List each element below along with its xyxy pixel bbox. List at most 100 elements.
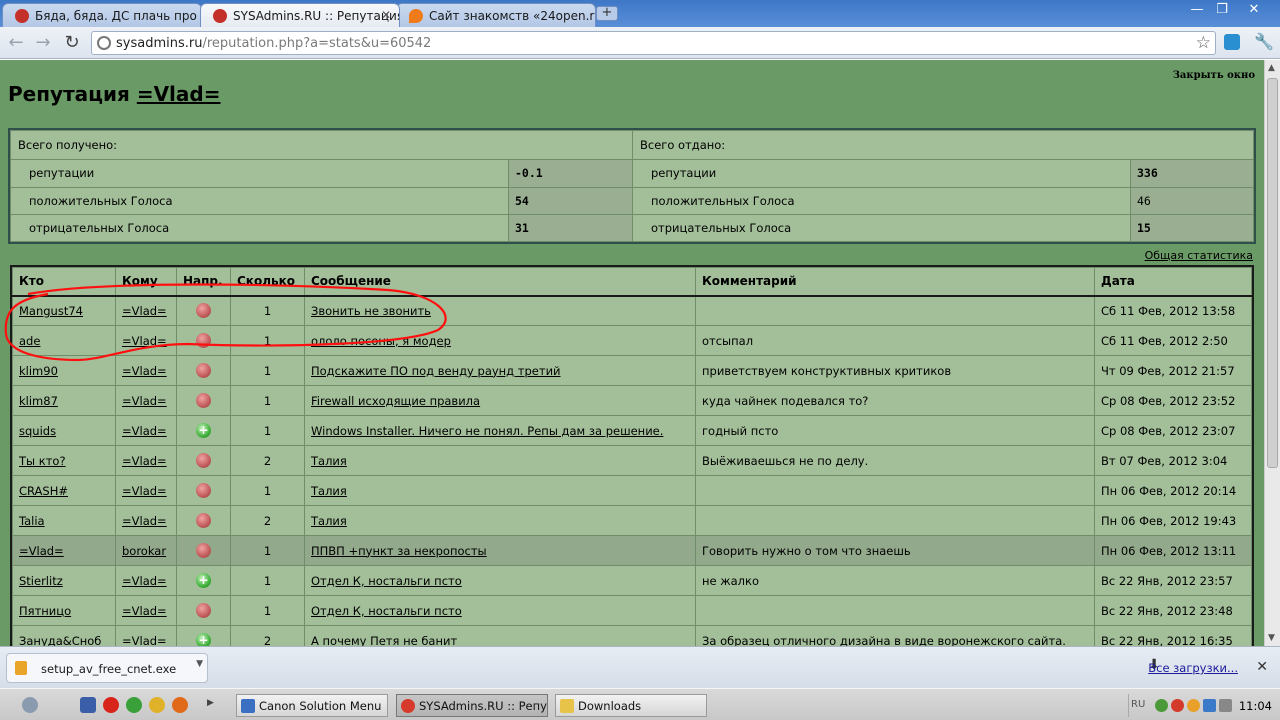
general-stats-link[interactable]: Общая статистика <box>1145 249 1253 262</box>
back-icon[interactable]: ← <box>5 32 27 54</box>
cell-message-link[interactable]: ППВП +пункт за некропосты <box>311 544 487 558</box>
firefox-icon[interactable] <box>172 697 188 713</box>
close-download-bar-icon[interactable]: ✕ <box>1256 659 1268 675</box>
cell-date: Чт 09 Фев, 2012 21:57 <box>1094 355 1252 386</box>
cell-who-link[interactable]: klim90 <box>19 364 58 378</box>
maximize-button[interactable]: ❐ <box>1211 2 1233 18</box>
cell-message-link[interactable]: Windows Installer. Ничего не понял. Репы… <box>311 424 663 438</box>
cell-message-link[interactable]: Талия <box>311 484 347 498</box>
cell-to-link[interactable]: =Vlad= <box>122 604 167 618</box>
chevron-down-icon[interactable]: ▼ <box>196 659 203 669</box>
chrome-icon[interactable] <box>149 697 165 713</box>
cell-message-link[interactable]: Подскажите ПО под венду раунд третий <box>311 364 561 378</box>
language-indicator[interactable]: RU <box>1131 699 1145 710</box>
app-icon[interactable] <box>126 697 142 713</box>
taskbar-button-chrome[interactable]: SYSAdmins.RU :: Репу... <box>396 694 548 717</box>
tray-icon[interactable] <box>1187 699 1200 712</box>
address-bar[interactable]: sysadmins.ru/reputation.php?a=stats&u=60… <box>91 31 1216 55</box>
rep-label: репутации <box>632 159 1131 188</box>
url-text[interactable]: sysadmins.ru/reputation.php?a=stats&u=60… <box>116 36 431 51</box>
cell-who-link[interactable]: =Vlad= <box>19 544 64 558</box>
cell-message-link[interactable]: Талия <box>311 514 347 528</box>
cell-to-link[interactable]: =Vlad= <box>122 424 167 438</box>
tray-icon[interactable] <box>1171 699 1184 712</box>
tab-close-icon[interactable]: ✕ <box>381 8 391 22</box>
cell-to: =Vlad= <box>115 295 177 326</box>
cell-date: Вс 22 Янв, 2012 23:48 <box>1094 595 1252 626</box>
cell-message-link[interactable]: Талия <box>311 454 347 468</box>
cell-message: Отдел К, ностальги псто <box>304 595 696 626</box>
col-date: Дата <box>1094 267 1252 297</box>
download-item[interactable]: setup_av_free_cnet.exe ▼ <box>6 653 208 683</box>
cell-who-link[interactable]: Talia <box>19 514 45 528</box>
received-neg-value: 31 <box>508 213 633 243</box>
tray-icon[interactable] <box>1155 699 1168 712</box>
cell-who-link[interactable]: Ты кто? <box>19 454 66 468</box>
new-tab-button[interactable]: + <box>596 6 618 21</box>
cell-who-link[interactable]: squids <box>19 424 56 438</box>
cell-to-link[interactable]: =Vlad= <box>122 364 167 378</box>
cell-who-link[interactable]: Stierlitz <box>19 574 63 588</box>
cell-who: Ты кто? <box>12 445 116 476</box>
table-row: klim87 =Vlad= 1 Firewall исходящие правила к… <box>12 385 1252 416</box>
quicklaunch-icon[interactable] <box>80 697 96 713</box>
url-path: /reputation.php?a=stats&u=60542 <box>202 36 432 51</box>
cell-who-link[interactable]: Mangust74 <box>19 304 83 318</box>
tab-1[interactable]: Бяда, бяда. ДС плачь про по <box>2 3 202 27</box>
scrollbar-thumb[interactable] <box>1267 78 1278 468</box>
cell-to: =Vlad= <box>115 625 177 647</box>
cell-message-link[interactable]: Отдел К, ностальги псто <box>311 604 462 618</box>
cell-who: ade <box>12 325 116 356</box>
tab-2[interactable]: SYSAdmins.RU :: Репутация ✕ <box>200 3 400 27</box>
wrench-menu-icon[interactable]: 🔧 <box>1254 32 1274 51</box>
cell-message-link[interactable]: ололо посоны, я модер <box>311 334 451 348</box>
cell-who-link[interactable]: CRASH# <box>19 484 68 498</box>
cell-direction <box>176 325 231 356</box>
cell-who-link[interactable]: Зануда&Сноб <box>19 634 101 647</box>
chevron-right-icon[interactable]: ▶ <box>207 698 214 708</box>
cell-who-link[interactable]: Пятницо <box>19 604 71 618</box>
page-title: Репутация =Vlad= <box>8 82 220 106</box>
cell-message: Отдел К, ностальги псто <box>304 565 696 596</box>
col-amount: Сколько <box>230 267 305 297</box>
cell-to-link[interactable]: =Vlad= <box>122 394 167 408</box>
scroll-up-icon[interactable]: ▲ <box>1268 63 1275 73</box>
taskbar-button-downloads[interactable]: Downloads <box>555 694 707 717</box>
tab-strip: Бяда, бяда. ДС плачь про по SYSAdmins.RU… <box>0 0 1280 27</box>
cell-to-link[interactable]: =Vlad= <box>122 454 167 468</box>
cell-message-link[interactable]: Отдел К, ностальги псто <box>311 574 462 588</box>
cell-message-link[interactable]: Звонить не звонить <box>311 304 431 318</box>
table-row: squids =Vlad= +1 Windows Installer. Ничего … <box>12 415 1252 446</box>
page-scrollbar[interactable]: ▲ ▼ <box>1264 60 1280 646</box>
extension-icon[interactable] <box>1224 34 1240 50</box>
opera-icon[interactable] <box>103 697 119 713</box>
close-window-link[interactable]: Закрыть окно <box>1173 70 1255 81</box>
title-prefix: Репутация <box>8 82 137 106</box>
cell-who-link[interactable]: ade <box>19 334 40 348</box>
cell-to-link[interactable]: =Vlad= <box>122 574 167 588</box>
cell-to-link[interactable]: borokar <box>122 544 166 558</box>
taskbar-button-canon[interactable]: Canon Solution Menu <box>236 694 388 717</box>
volume-icon[interactable] <box>1219 699 1232 712</box>
cell-who: Пятницо <box>12 595 116 626</box>
minimize-button[interactable]: — <box>1186 2 1208 18</box>
reload-icon[interactable]: ↻ <box>61 32 83 54</box>
all-downloads-link[interactable]: Все загрузки... <box>1148 661 1238 675</box>
cell-to-link[interactable]: =Vlad= <box>122 514 167 528</box>
minus-vote-icon <box>196 543 211 558</box>
cell-message-link[interactable]: Firewall исходящие правила <box>311 394 480 408</box>
cell-who-link[interactable]: klim87 <box>19 394 58 408</box>
start-icon[interactable] <box>22 697 38 713</box>
tab-3[interactable]: Сайт знакомств «24open.ru · <box>396 3 596 27</box>
bookmark-star-icon[interactable]: ☆ <box>1196 33 1211 53</box>
close-window-button[interactable]: ✕ <box>1243 2 1265 18</box>
cell-to-link[interactable]: =Vlad= <box>122 634 167 647</box>
scroll-down-icon[interactable]: ▼ <box>1268 633 1275 643</box>
cell-message-link[interactable]: А почему Петя не банит <box>311 634 457 647</box>
title-user-link[interactable]: =Vlad= <box>137 82 221 106</box>
cell-to-link[interactable]: =Vlad= <box>122 334 167 348</box>
forward-icon[interactable]: → <box>32 32 54 54</box>
network-icon[interactable] <box>1203 699 1216 712</box>
cell-to-link[interactable]: =Vlad= <box>122 304 167 318</box>
cell-to-link[interactable]: =Vlad= <box>122 484 167 498</box>
